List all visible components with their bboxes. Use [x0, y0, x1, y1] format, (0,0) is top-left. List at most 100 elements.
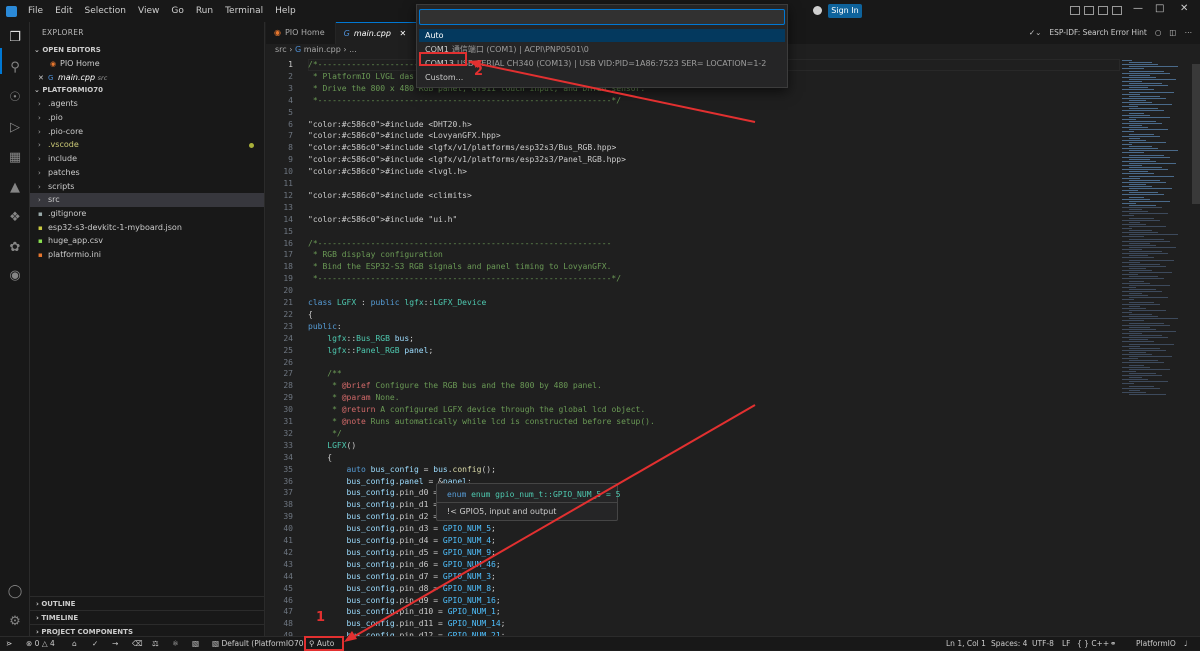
copilot-icon[interactable]: [813, 6, 822, 15]
menu-edit[interactable]: Edit: [49, 0, 78, 22]
code-line[interactable]: 48 bus_config.pin_d11 = GPIO_NUM_14;: [266, 618, 1106, 630]
code-line[interactable]: 8 "color:#c586c0">#include <lgfx/v1/platf…: [266, 142, 1106, 154]
code-line[interactable]: 39 bus_config.pin_d2 =: [266, 511, 1106, 523]
tree-item[interactable]: › patches: [30, 166, 264, 180]
tree-item[interactable]: › .agents: [30, 97, 264, 111]
menu-terminal[interactable]: Terminal: [219, 0, 269, 22]
tree-item[interactable]: ▪ esp32-s3-devkitc-1-myboard.json: [30, 221, 264, 235]
minimize-icon[interactable]: —: [1133, 3, 1143, 14]
outline-section[interactable]: › OUTLINE: [30, 596, 265, 610]
code-line[interactable]: 13: [266, 202, 1106, 214]
tree-item[interactable]: ▪ huge_app.csv: [30, 234, 264, 248]
esp-idf-search-error-hint[interactable]: ESP-IDF: Search Error Hint: [1049, 22, 1146, 44]
lightbulb-icon[interactable]: ○: [1155, 22, 1162, 44]
tree-item[interactable]: ▪ .gitignore: [30, 207, 264, 221]
code-line[interactable]: 31 * @note Runs automatically while lcd …: [266, 416, 1106, 428]
quick-pick-input[interactable]: [419, 9, 785, 25]
test-icon[interactable]: ⚖: [152, 637, 159, 650]
close-icon[interactable]: ✕: [399, 29, 406, 38]
code-line[interactable]: 12 "color:#c586c0">#include <climits>: [266, 190, 1106, 202]
files-icon[interactable]: ❐: [6, 28, 24, 46]
source-control-icon[interactable]: ☉: [6, 88, 24, 106]
checkmark-icon[interactable]: ✓⌄: [1029, 22, 1042, 44]
code-line[interactable]: 5: [266, 107, 1106, 119]
sign-in-button[interactable]: Sign In: [828, 4, 862, 18]
open-editor-item[interactable]: ✕ Gmain.cpp src: [30, 71, 264, 85]
menu-run[interactable]: Run: [190, 0, 219, 22]
code-line[interactable]: 16 /*------------------------------------…: [266, 238, 1106, 250]
code-line[interactable]: 17 * RGB display configuration: [266, 249, 1106, 261]
code-line[interactable]: 21 class LGFX : public lgfx::LGFX_Device: [266, 297, 1106, 309]
tree-item[interactable]: › .vscode: [30, 138, 264, 152]
menu-view[interactable]: View: [132, 0, 165, 22]
remote-icon[interactable]: ✿: [6, 238, 24, 256]
code-line[interactable]: 41 bus_config.pin_d4 = GPIO_NUM_4;: [266, 535, 1106, 547]
home-icon[interactable]: ⌂: [72, 637, 77, 650]
customize-layout-icon[interactable]: [1112, 6, 1122, 15]
code-line[interactable]: 33 LGFX(): [266, 440, 1106, 452]
menu-help[interactable]: Help: [269, 0, 302, 22]
code-line[interactable]: 11: [266, 178, 1106, 190]
close-window-icon[interactable]: ✕: [1180, 3, 1188, 14]
menu-file[interactable]: File: [22, 0, 49, 22]
toggle-sidebar-icon[interactable]: [1070, 6, 1080, 15]
cursor-position[interactable]: Ln 1, Col 1: [946, 637, 986, 650]
code-line[interactable]: 19 *------------------------------------…: [266, 273, 1106, 285]
python-icon[interactable]: ❖: [6, 208, 24, 226]
close-icon[interactable]: ✕: [38, 72, 48, 86]
remote-indicator-icon[interactable]: ⋗: [6, 637, 12, 650]
code-line[interactable]: 4 *-------------------------------------…: [266, 95, 1106, 107]
language-mode[interactable]: { } C++: [1077, 637, 1109, 650]
code-line[interactable]: 38 bus_config.pin_d1 =: [266, 499, 1106, 511]
code-editor[interactable]: 1 /*-------------------------------------…: [266, 56, 1120, 636]
testing-icon[interactable]: ▲: [6, 178, 24, 196]
code-line[interactable]: 9 "color:#c586c0">#include <lgfx/v1/platf…: [266, 154, 1106, 166]
minimap[interactable]: [1120, 56, 1192, 636]
code-line[interactable]: 44 bus_config.pin_d7 = GPIO_NUM_3;: [266, 571, 1106, 583]
indentation[interactable]: Spaces: 4: [991, 637, 1027, 650]
serial-monitor-icon[interactable]: ⚛: [172, 637, 179, 650]
code-line[interactable]: 23 public:: [266, 321, 1106, 333]
code-line[interactable]: 36 bus_config.panel = &panel;: [266, 476, 1106, 488]
breadcrumb-symbol[interactable]: ...: [349, 45, 357, 54]
code-line[interactable]: 7 "color:#c586c0">#include <LovyanGFX.hpp…: [266, 130, 1106, 142]
code-line[interactable]: 47 bus_config.pin_d10 = GPIO_NUM_1;: [266, 606, 1106, 618]
code-line[interactable]: 6 "color:#c586c0">#include <DHT20.h>: [266, 119, 1106, 131]
code-line[interactable]: 18 * Bind the ESP32-S3 RGB signals and p…: [266, 261, 1106, 273]
menu-go[interactable]: Go: [165, 0, 189, 22]
code-line[interactable]: 29 * @param None.: [266, 392, 1106, 404]
timeline-section[interactable]: › TIMELINE: [30, 610, 265, 624]
code-line[interactable]: 43 bus_config.pin_d6 = GPIO_NUM_46;: [266, 559, 1106, 571]
platformio-icon[interactable]: ◉: [6, 266, 24, 284]
bell-icon[interactable]: ⚭: [1110, 637, 1116, 650]
extensions-icon[interactable]: ▦: [6, 148, 24, 166]
env-selector[interactable]: ▧ Default (PlatformIO70): [212, 637, 306, 650]
split-editor-icon[interactable]: ◫: [1169, 22, 1176, 44]
tree-item[interactable]: › src: [30, 193, 264, 207]
breadcrumb-file[interactable]: main.cpp: [304, 45, 341, 54]
code-line[interactable]: 35 auto bus_config = bus.config();: [266, 464, 1106, 476]
toggle-panel-icon[interactable]: [1084, 6, 1094, 15]
tree-item[interactable]: ▪ platformio.ini: [30, 248, 264, 262]
platformio-status[interactable]: PlatformIO: [1136, 637, 1176, 650]
account-icon[interactable]: ◯: [6, 582, 24, 600]
tree-item[interactable]: › .pio: [30, 111, 264, 125]
encoding[interactable]: UTF-8: [1032, 637, 1054, 650]
search-icon[interactable]: ⚲: [6, 58, 24, 76]
code-line[interactable]: 32 */: [266, 428, 1106, 440]
clean-icon[interactable]: ⌫: [132, 637, 143, 650]
run-debug-icon[interactable]: ▷: [6, 118, 24, 136]
tab-pio-home[interactable]: ◉ PIO Home: [266, 22, 336, 44]
editor-scrollbar[interactable]: [1190, 56, 1200, 636]
open-editor-item[interactable]: ◉ PIO Home: [30, 57, 264, 71]
tree-item[interactable]: › .pio-core: [30, 125, 264, 139]
code-line[interactable]: 20: [266, 285, 1106, 297]
code-line[interactable]: 37 bus_config.pin_d0 =: [266, 487, 1106, 499]
gear-icon[interactable]: ⚙: [6, 612, 24, 630]
maximize-icon[interactable]: □: [1155, 3, 1164, 14]
problems-indicator[interactable]: ⊗ 0 △ 4: [26, 637, 55, 650]
toggle-secondary-sidebar-icon[interactable]: [1098, 6, 1108, 15]
code-line[interactable]: 10 "color:#c586c0">#include <lvgl.h>: [266, 166, 1106, 178]
breadcrumb-src[interactable]: src: [275, 45, 287, 54]
notifications-icon[interactable]: ♩: [1184, 637, 1188, 650]
